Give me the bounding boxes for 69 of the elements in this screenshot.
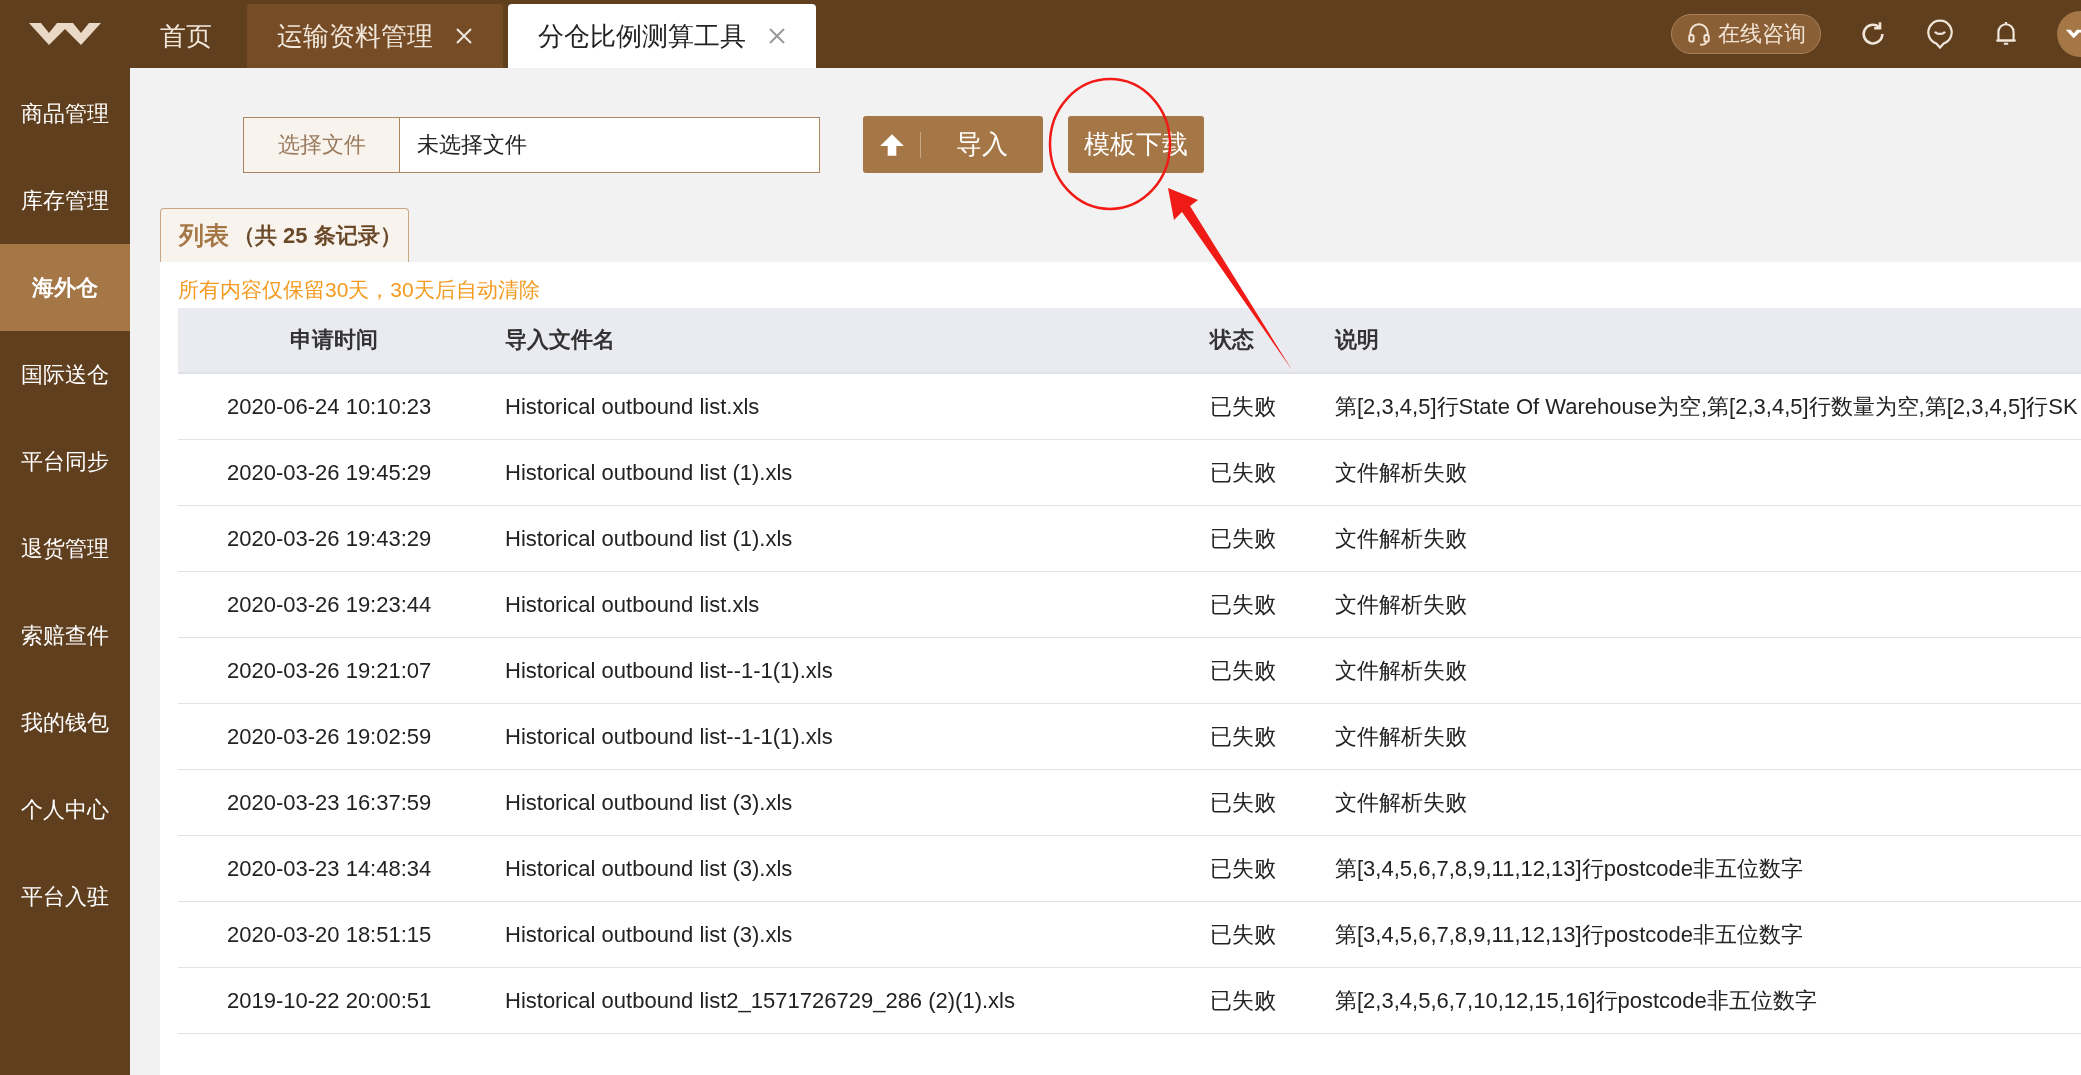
table-cell: 已失败: [1210, 572, 1335, 638]
consult-button[interactable]: 在线咨询: [1671, 14, 1821, 54]
table-cell: Historical outbound list (3).xls: [505, 836, 1210, 902]
table-cell: Historical outbound list (1).xls: [505, 440, 1210, 506]
record-count: （共 25 条记录）: [233, 221, 402, 250]
table-cell: 2020-06-24 10:10:23: [178, 374, 505, 440]
column-header: 申请时间: [178, 308, 505, 374]
table-cell: 文件解析失败: [1335, 506, 2081, 572]
nav-tab[interactable]: 运输资料管理: [247, 4, 503, 68]
table-cell: Historical outbound list--1-1(1).xls: [505, 704, 1210, 770]
headset-icon: [1686, 21, 1712, 47]
table-cell: Historical outbound list.xls: [505, 572, 1210, 638]
table-cell: 2020-03-26 19:45:29: [178, 440, 505, 506]
table-cell: 2020-03-23 16:37:59: [178, 770, 505, 836]
table-cell: 2020-03-20 18:51:15: [178, 902, 505, 968]
file-name-field: 未选择文件: [400, 116, 820, 173]
table-cell: Historical outbound list (3).xls: [505, 902, 1210, 968]
table-cell: 文件解析失败: [1335, 770, 2081, 836]
sidebar-item[interactable]: 我的钱包: [0, 679, 130, 766]
table-cell: 已失败: [1210, 506, 1335, 572]
table-cell: 第[2,3,4,5]行State Of Warehouse为空,第[2,3,4,5]行数量为空,第[2,3,4,5]行SK: [1335, 374, 2081, 440]
table-cell: 第[3,4,5,6,7,8,9,11,12,13]行postcode非五位数字: [1335, 836, 2081, 902]
retention-notice: 所有内容仅保留30天，30天后自动清除: [178, 277, 541, 303]
column-header: 导入文件名: [505, 308, 1210, 374]
list-tab[interactable]: 列表 （共 25 条记录）: [160, 208, 409, 262]
table-cell: 2020-03-26 19:21:07: [178, 638, 505, 704]
table-cell: 2020-03-23 14:48:34: [178, 836, 505, 902]
sidebar-item[interactable]: 海外仓: [0, 244, 130, 331]
sidebar-item[interactable]: 索赔查件: [0, 592, 130, 679]
table-cell: 第[3,4,5,6,7,8,9,11,12,13]行postcode非五位数字: [1335, 902, 2081, 968]
table-cell: 2020-03-26 19:23:44: [178, 572, 505, 638]
table-cell: Historical outbound list--1-1(1).xls: [505, 638, 1210, 704]
table-cell: Historical outbound list.xls: [505, 374, 1210, 440]
table-cell: 已失败: [1210, 374, 1335, 440]
table-cell: 2020-03-26 19:02:59: [178, 704, 505, 770]
table-cell: Historical outbound list (3).xls: [505, 770, 1210, 836]
table-cell: 文件解析失败: [1335, 638, 2081, 704]
nav-tab[interactable]: 首页: [130, 4, 242, 68]
table-cell: 2019-10-22 20:00:51: [178, 968, 505, 1034]
sidebar-item[interactable]: 平台入驻: [0, 853, 130, 940]
table-cell: Historical outbound list (1).xls: [505, 506, 1210, 572]
table-cell: 2020-03-26 19:43:29: [178, 506, 505, 572]
sidebar-item[interactable]: 商品管理: [0, 70, 130, 157]
column-header: 说明: [1335, 308, 2081, 374]
refresh-icon[interactable]: [1859, 20, 1887, 48]
sidebar-item[interactable]: 退货管理: [0, 505, 130, 592]
close-icon[interactable]: [768, 27, 786, 45]
table-cell: 文件解析失败: [1335, 704, 2081, 770]
table-cell: 已失败: [1210, 770, 1335, 836]
table-cell: 已失败: [1210, 440, 1335, 506]
sidebar-item[interactable]: 库存管理: [0, 157, 130, 244]
smile-icon[interactable]: [1925, 18, 1955, 50]
choose-file-button[interactable]: 选择文件: [243, 116, 400, 173]
table-cell: Historical outbound list2_1571726729_286 (2)(1).xls: [505, 968, 1210, 1034]
import-button[interactable]: 导入: [863, 116, 1043, 173]
table-cell: 已失败: [1210, 704, 1335, 770]
nav-tab[interactable]: 分仓比例测算工具: [508, 4, 816, 68]
sidebar-item[interactable]: 国际送仓: [0, 331, 130, 418]
table-cell: 已失败: [1210, 836, 1335, 902]
table-cell: 已失败: [1210, 968, 1335, 1034]
table-cell: 已失败: [1210, 638, 1335, 704]
table-cell: 已失败: [1210, 902, 1335, 968]
list-title: 列表: [179, 220, 229, 251]
column-header: 状态: [1210, 308, 1335, 374]
table-cell: 文件解析失败: [1335, 440, 2081, 506]
table-cell: 第[2,3,4,5,6,7,10,12,15,16]行postcode非五位数字: [1335, 968, 2081, 1034]
table-cell: 文件解析失败: [1335, 572, 2081, 638]
sidebar-item[interactable]: 个人中心: [0, 766, 130, 853]
sidebar-item[interactable]: 平台同步: [0, 418, 130, 505]
